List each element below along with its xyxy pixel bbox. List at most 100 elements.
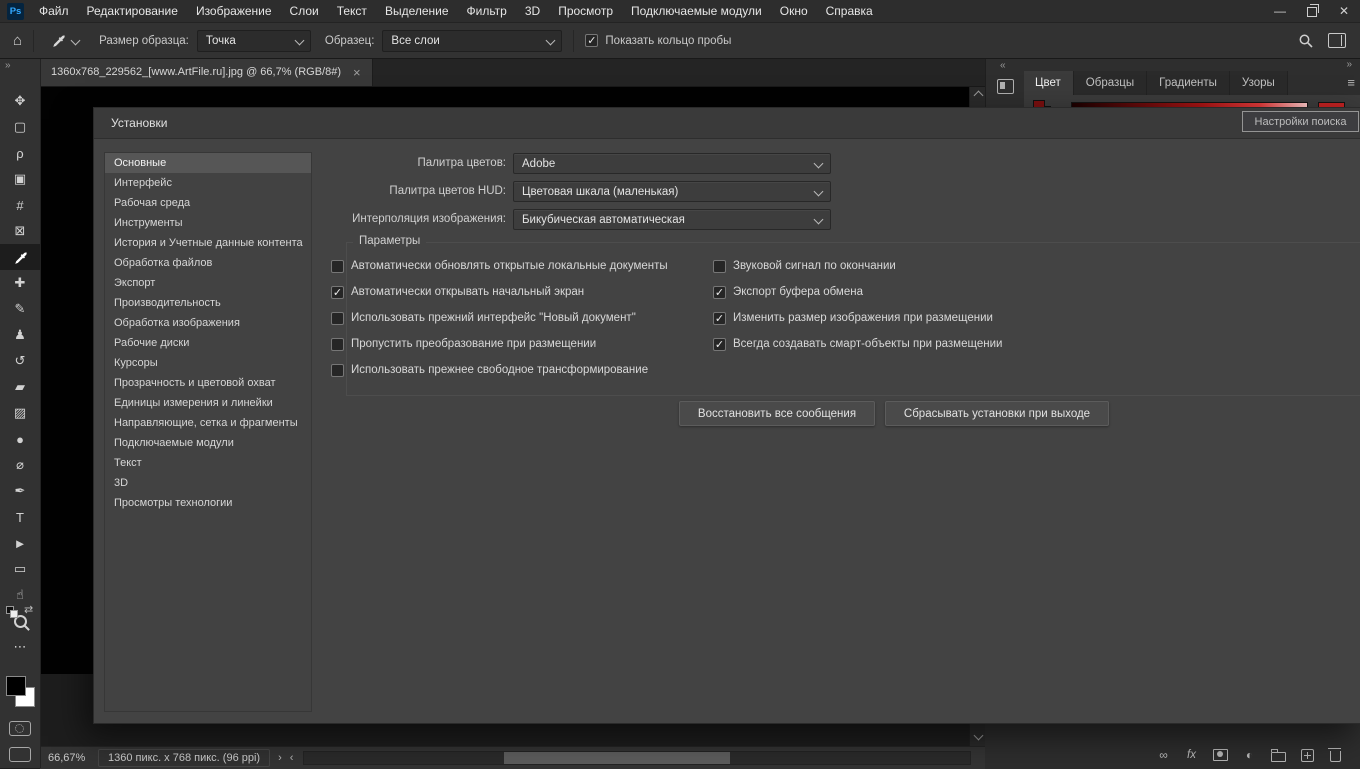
blur-tool[interactable]: ● bbox=[0, 426, 40, 452]
show-ring-checkbox[interactable] bbox=[585, 34, 599, 47]
history-brush-tool[interactable]: ↺ bbox=[0, 348, 40, 374]
scroll-up-button[interactable] bbox=[970, 86, 986, 101]
group-icon[interactable] bbox=[1271, 748, 1286, 762]
option-checkbox[interactable] bbox=[331, 285, 344, 299]
workspace-icon[interactable] bbox=[1328, 33, 1346, 48]
menubar-item[interactable]: Справка bbox=[817, 0, 882, 22]
menubar-item[interactable]: Файл bbox=[30, 0, 78, 22]
rectangle-tool[interactable]: ▭ bbox=[0, 556, 40, 582]
menubar-item[interactable]: Просмотр bbox=[549, 0, 622, 22]
horizontal-scrollbar[interactable] bbox=[303, 751, 971, 765]
gradient-tool[interactable]: ▨ bbox=[0, 400, 40, 426]
rectangular-marquee-tool[interactable]: ▢ bbox=[0, 114, 40, 140]
minimize-button[interactable]: — bbox=[1264, 0, 1296, 22]
panel-tab-Цвет[interactable]: Цвет bbox=[1023, 71, 1074, 95]
menubar-item[interactable]: Выделение bbox=[376, 0, 458, 22]
preferences-category[interactable]: Прозрачность и цветовой охват bbox=[105, 373, 311, 393]
close-button[interactable]: ✕ bbox=[1328, 0, 1360, 22]
tool-preset-picker[interactable] bbox=[51, 33, 81, 48]
preferences-category[interactable]: 3D bbox=[105, 473, 311, 493]
fx-icon[interactable]: fx bbox=[1185, 748, 1198, 762]
lasso-tool[interactable]: ρ bbox=[0, 140, 40, 166]
option-checkbox[interactable] bbox=[713, 337, 726, 351]
crop-tool[interactable]: # bbox=[0, 192, 40, 218]
menubar-item[interactable]: Слои bbox=[281, 0, 328, 22]
tab-close-icon[interactable]: × bbox=[353, 65, 361, 80]
preference-option[interactable]: Использовать прежнее свободное трансформ… bbox=[331, 362, 648, 378]
scroll-left-arrow[interactable]: ‹ bbox=[290, 752, 294, 764]
toolbar-collapse-button[interactable]: » bbox=[0, 58, 40, 74]
frame-tool[interactable]: ⊠ bbox=[0, 218, 40, 244]
menubar-item[interactable]: Текст bbox=[328, 0, 376, 22]
foreground-color-swatch[interactable] bbox=[6, 676, 26, 696]
horizontal-scrollbar-thumb[interactable] bbox=[504, 752, 731, 764]
reset-preferences-button[interactable]: Сбрасывать установки при выходе bbox=[885, 401, 1109, 426]
preferences-category[interactable]: Просмотры технологии bbox=[105, 493, 311, 513]
screen-mode-button[interactable] bbox=[9, 747, 31, 762]
preference-option[interactable]: Изменить размер изображения при размещен… bbox=[713, 310, 993, 326]
preference-option[interactable]: Экспорт буфера обмена bbox=[713, 284, 863, 300]
object-selection-tool[interactable]: ▣ bbox=[0, 166, 40, 192]
menubar-item[interactable]: Окно bbox=[771, 0, 817, 22]
panel-tab-Градиенты[interactable]: Градиенты bbox=[1147, 71, 1230, 95]
option-checkbox[interactable] bbox=[331, 311, 344, 325]
search-icon[interactable] bbox=[1298, 33, 1314, 49]
reset-messages-button[interactable]: Восстановить все сообщения bbox=[679, 401, 875, 426]
option-checkbox[interactable] bbox=[713, 285, 726, 299]
spot-healing-brush-tool[interactable]: ✚ bbox=[0, 270, 40, 296]
preferences-category[interactable]: Обработка изображения bbox=[105, 313, 311, 333]
swap-colors-icon[interactable]: ⇄ bbox=[24, 603, 33, 616]
hud-color-picker-select[interactable]: Цветовая шкала (маленькая) bbox=[513, 181, 831, 202]
new-layer-icon[interactable] bbox=[1301, 748, 1314, 762]
adjustment-icon[interactable]: ◐ bbox=[1243, 748, 1256, 762]
preferences-category[interactable]: Направляющие, сетка и фрагменты bbox=[105, 413, 311, 433]
path-selection-tool[interactable]: ► bbox=[0, 530, 40, 556]
default-colors-icon[interactable] bbox=[6, 606, 18, 618]
dock-collapse-button[interactable]: » bbox=[1346, 59, 1352, 70]
menubar-item[interactable]: Изображение bbox=[187, 0, 281, 22]
menubar-item[interactable]: 3D bbox=[516, 0, 549, 22]
status-menu-arrow[interactable]: › bbox=[278, 752, 282, 764]
option-checkbox[interactable] bbox=[331, 337, 344, 351]
restore-button[interactable] bbox=[1296, 0, 1328, 22]
preferences-category[interactable]: Обработка файлов bbox=[105, 253, 311, 273]
quick-mask-button[interactable] bbox=[9, 721, 31, 736]
preference-option[interactable]: Всегда создавать смарт-объекты при разме… bbox=[713, 336, 1002, 352]
preferences-category[interactable]: Единицы измерения и линейки bbox=[105, 393, 311, 413]
eraser-tool[interactable]: ▰ bbox=[0, 374, 40, 400]
sample-select[interactable]: Все слои bbox=[382, 29, 563, 52]
panel-tab-Образцы[interactable]: Образцы bbox=[1073, 71, 1148, 95]
preferences-category[interactable]: Производительность bbox=[105, 293, 311, 313]
option-checkbox[interactable] bbox=[331, 363, 344, 377]
menubar-item[interactable]: Подключаемые модули bbox=[622, 0, 771, 22]
dock-collapse-button[interactable]: « bbox=[986, 58, 1024, 71]
menubar-item[interactable]: Редактирование bbox=[78, 0, 187, 22]
preference-option[interactable]: Звуковой сигнал по окончании bbox=[713, 258, 896, 274]
preference-option[interactable]: Автоматически обновлять открытые локальн… bbox=[331, 258, 668, 274]
layer-mask-icon[interactable] bbox=[1213, 748, 1228, 762]
color-picker-select[interactable]: Adobe bbox=[513, 153, 831, 174]
document-tab[interactable]: 1360x768_229562_[www.ArtFile.ru].jpg @ 6… bbox=[40, 58, 373, 86]
preferences-category[interactable]: Рабочие диски bbox=[105, 333, 311, 353]
preference-option[interactable]: Пропустить преобразование при размещении bbox=[331, 336, 596, 352]
hand-tool[interactable]: ☝ bbox=[0, 582, 40, 608]
link-icon[interactable]: ∞ bbox=[1157, 748, 1170, 762]
option-checkbox[interactable] bbox=[713, 259, 726, 273]
interpolation-select[interactable]: Бикубическая автоматическая bbox=[513, 209, 831, 230]
zoom-level-field[interactable]: 66,67% bbox=[48, 752, 98, 764]
delete-icon[interactable] bbox=[1328, 748, 1342, 762]
eyedropper-tool[interactable] bbox=[0, 244, 40, 270]
panel-menu-icon[interactable]: ≡ bbox=[1347, 75, 1355, 90]
panel-tab-Узоры[interactable]: Узоры bbox=[1229, 71, 1288, 95]
edit-toolbar[interactable]: ⋯ bbox=[0, 634, 40, 660]
preferences-category[interactable]: Курсоры bbox=[105, 353, 311, 373]
option-checkbox[interactable] bbox=[713, 311, 726, 325]
preferences-category[interactable]: Текст bbox=[105, 453, 311, 473]
preferences-category[interactable]: Экспорт bbox=[105, 273, 311, 293]
brush-tool[interactable]: ✎ bbox=[0, 296, 40, 322]
option-checkbox[interactable] bbox=[331, 259, 344, 273]
home-icon[interactable]: ⌂ bbox=[13, 32, 22, 49]
pen-tool[interactable]: ✒ bbox=[0, 478, 40, 504]
menubar-item[interactable]: Фильтр bbox=[458, 0, 516, 22]
panel-icon[interactable] bbox=[996, 79, 1014, 94]
